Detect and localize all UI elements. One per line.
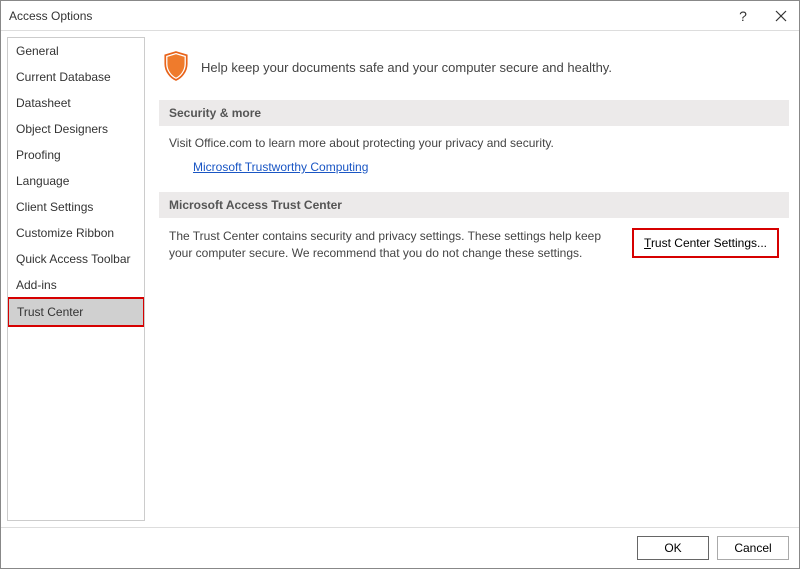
banner-text: Help keep your documents safe and your c… [201, 60, 612, 75]
sidebar-item-label: Add-ins [16, 278, 57, 292]
shield-icon [163, 51, 189, 84]
sidebar-item-client-settings[interactable]: Client Settings [8, 194, 144, 220]
sidebar-item-proofing[interactable]: Proofing [8, 142, 144, 168]
category-sidebar: General Current Database Datasheet Objec… [7, 37, 145, 521]
title-bar: Access Options ? [1, 1, 799, 31]
trust-center-settings-button[interactable]: Trust Center Settings... [632, 228, 779, 258]
sidebar-item-general[interactable]: General [8, 38, 144, 64]
section-body-trust-center: The Trust Center contains security and p… [159, 228, 789, 280]
accelerator-prefix: T [644, 236, 651, 250]
ok-button[interactable]: OK [637, 536, 709, 560]
sidebar-item-current-database[interactable]: Current Database [8, 64, 144, 90]
sidebar-item-label: Trust Center [17, 305, 83, 319]
options-dialog: Access Options ? General Current Databas… [0, 0, 800, 569]
trustworthy-computing-link[interactable]: Microsoft Trustworthy Computing [193, 160, 368, 174]
sidebar-item-label: Proofing [16, 148, 61, 162]
sidebar-item-label: Object Designers [16, 122, 108, 136]
banner: Help keep your documents safe and your c… [159, 43, 789, 100]
sidebar-item-label: General [16, 44, 59, 58]
section-header-security: Security & more [159, 100, 789, 126]
sidebar-item-add-ins[interactable]: Add-ins [8, 272, 144, 298]
section-header-trust-center: Microsoft Access Trust Center [159, 192, 789, 218]
close-button[interactable] [771, 6, 791, 26]
sidebar-item-language[interactable]: Language [8, 168, 144, 194]
sidebar-item-object-designers[interactable]: Object Designers [8, 116, 144, 142]
sidebar-item-label: Quick Access Toolbar [16, 252, 131, 266]
trust-center-description: The Trust Center contains security and p… [169, 228, 612, 262]
dialog-body: General Current Database Datasheet Objec… [1, 31, 799, 527]
sidebar-item-label: Datasheet [16, 96, 71, 110]
help-button[interactable]: ? [733, 6, 753, 26]
sidebar-item-customize-ribbon[interactable]: Customize Ribbon [8, 220, 144, 246]
sidebar-item-datasheet[interactable]: Datasheet [8, 90, 144, 116]
dialog-footer: OK Cancel [1, 527, 799, 568]
cancel-button[interactable]: Cancel [717, 536, 789, 560]
sidebar-item-label: Client Settings [16, 200, 93, 214]
content-pane: Help keep your documents safe and your c… [153, 37, 793, 521]
window-title: Access Options [9, 9, 733, 23]
security-description: Visit Office.com to learn more about pro… [169, 136, 779, 150]
sidebar-item-label: Current Database [16, 70, 111, 84]
section-body-security: Visit Office.com to learn more about pro… [159, 136, 789, 192]
window-controls: ? [733, 6, 791, 26]
sidebar-item-label: Language [16, 174, 69, 188]
button-suffix: rust Center Settings... [651, 236, 767, 250]
sidebar-item-quick-access-toolbar[interactable]: Quick Access Toolbar [8, 246, 144, 272]
sidebar-item-label: Customize Ribbon [16, 226, 114, 240]
trust-center-row: The Trust Center contains security and p… [169, 228, 779, 262]
sidebar-item-trust-center[interactable]: Trust Center [7, 297, 145, 327]
